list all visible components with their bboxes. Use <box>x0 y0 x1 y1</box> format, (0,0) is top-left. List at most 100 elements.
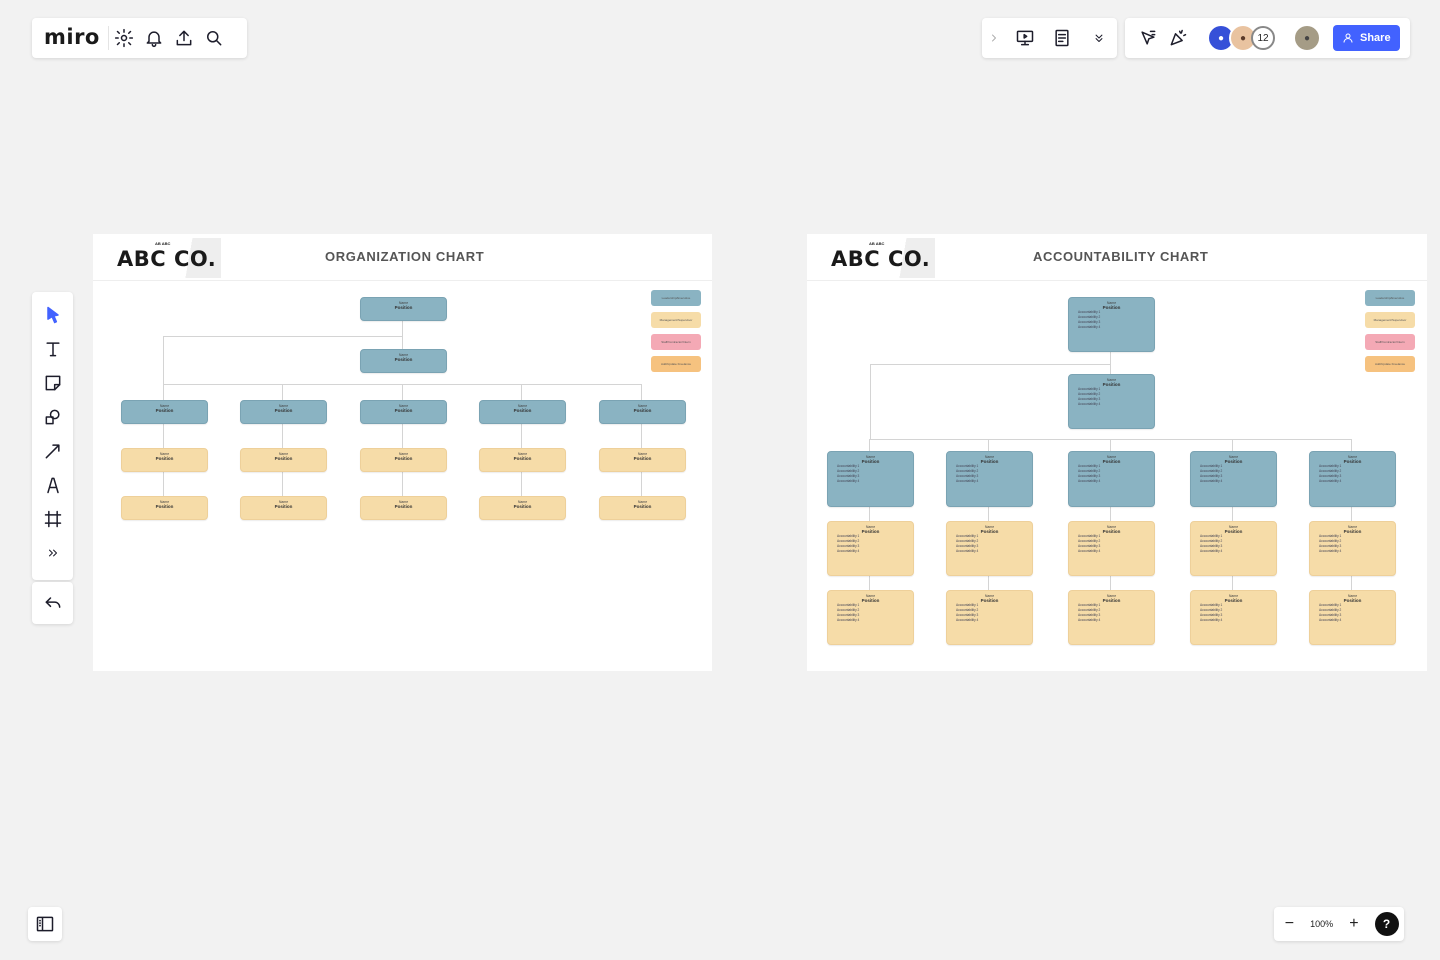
accountability-box-leadership[interactable]: Name Position Accountability 1 Accountabili… <box>1068 297 1155 352</box>
connector-line <box>988 439 989 451</box>
position-box-leadership[interactable]: Name Position <box>240 400 327 424</box>
legend-label: Staff/Contractor/Intern <box>661 340 691 344</box>
accountability-box-leadership[interactable]: Name Position Accountability 1 Accountabili… <box>1190 451 1277 507</box>
position-label: Position <box>980 459 999 464</box>
cursor-follow-icon[interactable] <box>1133 23 1163 53</box>
celebrate-icon[interactable] <box>1163 23 1193 53</box>
accountability-box-leadership[interactable]: Name Position Accountability 1 Accountabili… <box>946 451 1033 507</box>
position-label: Position <box>274 456 293 461</box>
notes-icon[interactable] <box>1047 23 1077 53</box>
collaborator-avatars[interactable]: ● ● 12 <box>1207 24 1275 52</box>
connector-line <box>282 384 283 400</box>
accountability-box-management[interactable]: Name Position Accountability 1 Accountabili… <box>946 590 1033 645</box>
legend-label: Staff/Contractor/Intern <box>1375 340 1405 344</box>
zoom-level[interactable]: 100% <box>1310 919 1333 929</box>
accountability-box-management[interactable]: Name Position Accountability 1 Accountabili… <box>946 521 1033 576</box>
position-label: Position <box>274 504 293 509</box>
zoom-controls: − 100% + ? <box>1274 907 1404 941</box>
upload-icon[interactable] <box>169 23 199 53</box>
more-tools-icon[interactable] <box>38 538 68 568</box>
position-box-leadership[interactable]: Name Position <box>360 297 447 321</box>
accountability-box-leadership[interactable]: Name Position Accountability 1 Accountabili… <box>1068 374 1155 429</box>
position-box-management[interactable]: Name Position <box>240 448 327 472</box>
legend-item[interactable]: Leadership/Executive <box>651 290 701 306</box>
present-icon[interactable] <box>1010 23 1040 53</box>
legend-item[interactable]: Add/Update Freelance <box>651 356 701 372</box>
accountability-box-management[interactable]: Name Position Accountability 1 Accountabili… <box>1068 521 1155 576</box>
pen-tool-icon[interactable] <box>38 470 68 500</box>
connector-line <box>163 384 164 400</box>
logo-text: ABC CO. <box>831 247 931 271</box>
accountability-box-management[interactable]: Name Position Accountability 1 Accountabili… <box>1309 590 1396 645</box>
connector-tool-icon[interactable] <box>38 436 68 466</box>
connector-line <box>402 320 403 350</box>
chevron-double-down-icon[interactable] <box>1084 23 1114 53</box>
position-box-management[interactable]: Name Position <box>360 496 447 520</box>
connector-line <box>163 422 164 448</box>
accountability-item: Accountability 4 <box>956 479 979 483</box>
position-label: Position <box>861 598 880 603</box>
accountability-item: Accountability 4 <box>956 549 979 553</box>
connector-line <box>1351 505 1352 521</box>
search-icon[interactable] <box>199 23 229 53</box>
main-menu-bar: miro <box>32 18 247 58</box>
legend-item[interactable]: Management/Supervisor <box>651 312 701 328</box>
logo-small-text: AB ABC <box>869 241 885 246</box>
accountability-box-management[interactable]: Name Position Accountability 1 Accountabili… <box>1068 590 1155 645</box>
accountability-box-management[interactable]: Name Position Accountability 1 Accountabili… <box>827 521 914 576</box>
legend-item[interactable]: Management/Supervisor <box>1365 312 1415 328</box>
accountability-box-leadership[interactable]: Name Position Accountability 1 Accountabili… <box>827 451 914 507</box>
legend-item[interactable]: Leadership/Executive <box>1365 290 1415 306</box>
accountability-box-management[interactable]: Name Position Accountability 1 Accountabili… <box>1190 521 1277 576</box>
position-box-leadership[interactable]: Name Position <box>599 400 686 424</box>
zoom-out-button[interactable]: − <box>1279 909 1299 939</box>
settings-icon[interactable] <box>109 23 139 53</box>
position-label: Position <box>1102 305 1121 310</box>
undo-icon[interactable] <box>38 588 68 618</box>
legend-item[interactable]: Staff/Contractor/Intern <box>651 334 701 350</box>
position-box-management[interactable]: Name Position <box>479 448 566 472</box>
position-box-management[interactable]: Name Position <box>479 496 566 520</box>
legend-item[interactable]: Add/Update Freelance <box>1365 356 1415 372</box>
position-box-management[interactable]: Name Position <box>240 496 327 520</box>
accountability-box-management[interactable]: Name Position Accountability 1 Accountabili… <box>1309 521 1396 576</box>
frames-panel-toggle[interactable] <box>28 907 62 941</box>
position-label: Position <box>1102 459 1121 464</box>
accountability-item: Accountability 4 <box>837 618 860 622</box>
avatar-count-badge[interactable]: 12 <box>1251 26 1275 50</box>
chevron-right-icon[interactable] <box>985 23 1003 53</box>
shapes-tool-icon[interactable] <box>38 402 68 432</box>
zoom-in-button[interactable]: + <box>1344 909 1364 939</box>
position-label: Position <box>633 504 652 509</box>
accountability-box-leadership[interactable]: Name Position Accountability 1 Accountabili… <box>1309 451 1396 507</box>
position-label: Position <box>980 598 999 603</box>
legend-item[interactable]: Staff/Contractor/Intern <box>1365 334 1415 350</box>
text-tool-icon[interactable] <box>38 334 68 364</box>
position-box-management[interactable]: Name Position <box>599 496 686 520</box>
position-box-leadership[interactable]: Name Position <box>360 400 447 424</box>
sticky-note-tool-icon[interactable] <box>38 368 68 398</box>
position-label: Position <box>633 456 652 461</box>
current-user-avatar[interactable]: ● <box>1293 24 1321 52</box>
accountability-box-management[interactable]: Name Position Accountability 1 Accountabili… <box>827 590 914 645</box>
frame-tool-icon[interactable] <box>38 504 68 534</box>
connector-line <box>988 574 989 590</box>
miro-logo[interactable]: miro <box>32 26 109 50</box>
position-box-management[interactable]: Name Position <box>121 448 208 472</box>
share-button[interactable]: Share <box>1333 25 1400 51</box>
select-tool-icon[interactable] <box>38 300 68 330</box>
position-box-leadership[interactable]: Name Position <box>479 400 566 424</box>
help-button[interactable]: ? <box>1374 912 1399 936</box>
position-box-management[interactable]: Name Position <box>599 448 686 472</box>
accountability-box-leadership[interactable]: Name Position Accountability 1 Accountabili… <box>1068 451 1155 507</box>
position-box-management[interactable]: Name Position <box>121 496 208 520</box>
position-box-leadership[interactable]: Name Position <box>360 349 447 373</box>
bell-icon[interactable] <box>139 23 169 53</box>
position-box-leadership[interactable]: Name Position <box>121 400 208 424</box>
organization-chart-frame[interactable]: AB ABC ABC CO. ORGANIZATION CHART Leader… <box>93 234 712 671</box>
accountability-box-management[interactable]: Name Position Accountability 1 Accountabili… <box>1190 590 1277 645</box>
legend-label: Leadership/Executive <box>661 296 691 300</box>
connector-line <box>870 364 871 439</box>
accountability-chart-frame[interactable]: AB ABC ABC CO. ACCOUNTABILITY CHART Lead… <box>807 234 1427 671</box>
position-box-management[interactable]: Name Position <box>360 448 447 472</box>
